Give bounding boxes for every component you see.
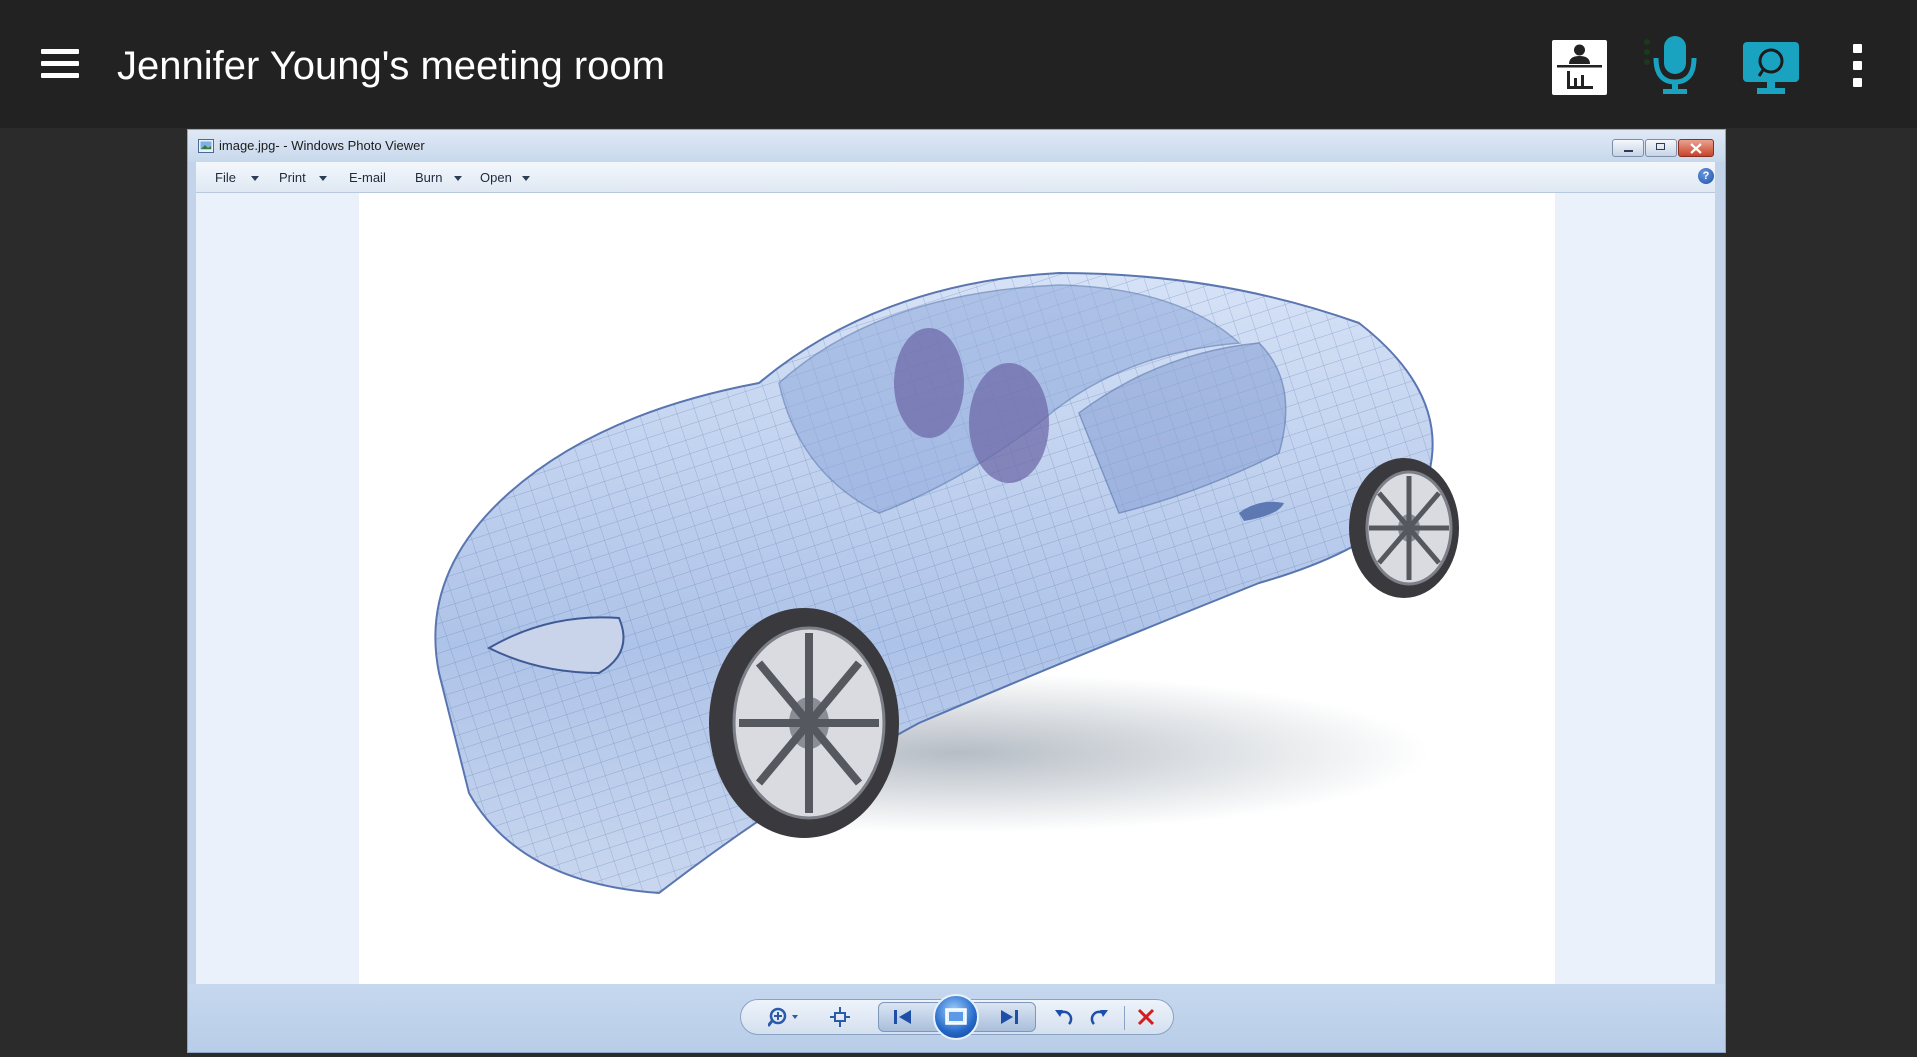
close-button[interactable] (1678, 139, 1714, 157)
displayed-photo (359, 193, 1555, 984)
menu-bar: File Print E-mail Burn Open ? (196, 162, 1715, 193)
room-title: Jennifer Young's meeting room (117, 44, 665, 88)
app-bar: Jennifer Young's meeting room (0, 0, 1917, 128)
menu-print[interactable]: Print (279, 170, 306, 185)
window-title: image.jpg- - Windows Photo Viewer (219, 138, 425, 153)
slideshow-icon[interactable] (933, 994, 979, 1040)
photo-viewer-icon (198, 139, 214, 153)
minimize-button[interactable] (1612, 139, 1644, 157)
menu-open[interactable]: Open (480, 170, 512, 185)
delete-icon[interactable] (1137, 1008, 1155, 1026)
toolbar-divider (1124, 1006, 1125, 1030)
more-vert-icon[interactable] (1846, 42, 1870, 90)
menu-file[interactable]: File (215, 170, 236, 185)
rotate-left-icon[interactable] (1054, 1006, 1074, 1028)
previous-icon[interactable] (891, 1008, 915, 1026)
viewer-toolbar (188, 984, 1725, 1052)
photo-viewer-window: image.jpg- - Windows Photo Viewer File P… (187, 129, 1726, 1053)
front-wheel (709, 608, 899, 838)
presenter-icon[interactable] (1552, 40, 1607, 95)
window-titlebar[interactable]: image.jpg- - Windows Photo Viewer (188, 130, 1725, 162)
help-icon[interactable]: ? (1698, 168, 1714, 184)
image-viewport (196, 193, 1715, 984)
car-seat (969, 363, 1049, 483)
car-seat (894, 328, 964, 438)
next-icon[interactable] (997, 1008, 1021, 1026)
chevron-down-icon[interactable] (319, 176, 327, 181)
screen-share-icon[interactable] (1741, 40, 1801, 96)
menu-email[interactable]: E-mail (349, 170, 386, 185)
chevron-down-icon[interactable] (454, 176, 462, 181)
rotate-right-icon[interactable] (1089, 1006, 1109, 1028)
chevron-down-icon[interactable] (251, 176, 259, 181)
zoom-icon[interactable] (768, 1006, 802, 1028)
rear-wheel (1349, 458, 1459, 598)
actual-size-icon[interactable] (829, 1006, 851, 1028)
wireframe-car-image (434, 271, 1459, 895)
maximize-button[interactable] (1645, 139, 1677, 157)
menu-burn[interactable]: Burn (415, 170, 442, 185)
menu-icon[interactable] (38, 46, 84, 82)
chevron-down-icon[interactable] (522, 176, 530, 181)
microphone-icon[interactable] (1643, 34, 1709, 96)
